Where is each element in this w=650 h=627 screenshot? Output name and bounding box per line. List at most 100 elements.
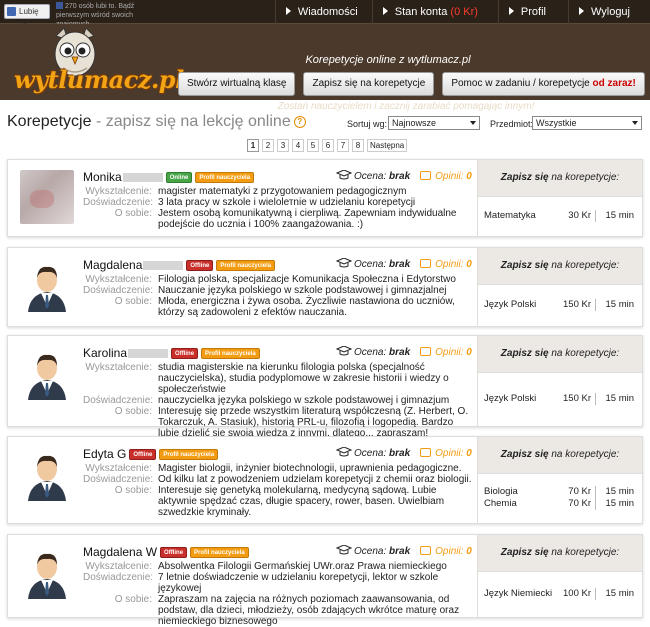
teacher-name[interactable]: Magdalena W Offline Profil nauczyciela [83, 545, 249, 559]
education-value: Magister biologii, inżynier biotechnolog… [158, 463, 462, 474]
opinions-link[interactable]: Opinii: 0 [435, 347, 472, 358]
signup-header: Zapisz się na korepetycje: [477, 248, 642, 284]
rating-area: Ocena: brak Opinii: 0 [336, 545, 472, 557]
opinions-link[interactable]: Opinii: 0 [435, 546, 472, 557]
nav-account-balance[interactable]: Stan konta (0 Kr) [371, 0, 498, 24]
teacher-details: Wykształcenie: studia magisterskie na kie… [83, 362, 473, 439]
graduation-cap-icon [336, 545, 352, 555]
create-class-button[interactable]: Stwórz wirtualną klasę [178, 72, 296, 96]
page-title: Korepetycje - zapisz się na lekcję onlin… [7, 113, 306, 131]
rating-area: Ocena: brak Opinii: 0 [336, 346, 472, 358]
nav-logout[interactable]: Wyloguj [567, 0, 650, 24]
subject-list: Język Polski 150 Kr 15 min [477, 372, 642, 426]
sort-select[interactable]: Najnowsze [388, 116, 480, 130]
nav-profile[interactable]: Profil [497, 0, 568, 24]
help-now-button[interactable]: Pomoc w zadaniu / korepetycje od zaraz! [442, 72, 645, 96]
facebook-icon [56, 2, 63, 9]
arrow-right-icon [382, 7, 388, 15]
page-link[interactable]: 8 [352, 139, 364, 152]
teacher-name[interactable]: Edyta G Offline Profil nauczyciela [83, 447, 219, 461]
header-tagline: Korepetycje online z wytlumacz.pl [305, 54, 471, 66]
profile-badge[interactable]: Profil nauczyciela [201, 348, 260, 359]
subject-select[interactable]: Wszystkie [532, 116, 642, 130]
status-badge: Offline [160, 547, 188, 558]
experience-value: Od kilku lat z powodzeniem udzielam kore… [158, 474, 472, 485]
page-link[interactable]: 6 [322, 139, 334, 152]
rating-area: Ocena: brak Opinii: 0 [336, 258, 472, 270]
person-avatar-icon[interactable] [20, 447, 74, 501]
subject-list: Język Polski 150 Kr 15 min [477, 284, 642, 326]
subject-row[interactable]: Matematyka 30 Kr 15 min [478, 210, 642, 222]
page-link[interactable]: 2 [262, 139, 274, 152]
page-link[interactable]: 7 [337, 139, 349, 152]
subject-label: Przedmiot: [490, 119, 534, 129]
experience-value: nauczycielka języka polskiego w szkole p… [158, 395, 450, 406]
signup-lessons-button[interactable]: Zapisz się na korepetycje [303, 72, 435, 96]
rating-area: Ocena: brak Opinii: 0 [336, 170, 472, 182]
help-icon[interactable]: ? [293, 116, 306, 128]
top-bar: Lubię to! 270 osób lubi to. Bądź pierwsz… [0, 0, 650, 29]
teacher-card[interactable]: Karolina Offline Profil nauczyciela Ocena: … [7, 335, 643, 439]
person-avatar-icon[interactable] [20, 545, 74, 599]
signup-header: Zapisz się na korepetycje: [477, 437, 642, 473]
about-value: Interesuje się genetyką molekularną, med… [158, 485, 445, 518]
graduation-cap-icon [336, 346, 352, 356]
teacher-details: Wykształcenie: Absolwentka Filologii Germ… [83, 561, 473, 627]
signup-header: Zapisz się na korepetycje: [477, 160, 642, 196]
subject-list: Biologia 70 Kr 15 min Chemia 70 Kr 15 min [477, 473, 642, 523]
profile-badge[interactable]: Profil nauczyciela [216, 260, 276, 271]
profile-badge[interactable]: Profil nauczyciela [159, 449, 219, 460]
nav-messages[interactable]: Wiadomości [274, 0, 372, 24]
status-badge: Online [165, 172, 193, 183]
subject-list: Matematyka 30 Kr 15 min [477, 196, 642, 236]
top-nav: Wiadomości Stan konta (0 Kr) Profil Wylo… [274, 0, 650, 24]
teacher-name[interactable]: Magdalena Offline Profil nauczyciela [83, 258, 276, 272]
about-value: Zapraszam na zajęcia na różnych poziomac… [158, 594, 460, 627]
profile-badge[interactable]: Profil nauczyciela [190, 547, 249, 558]
graduation-cap-icon [336, 447, 352, 457]
page-link[interactable]: 5 [307, 139, 319, 152]
facebook-like-button[interactable]: Lubię to! [4, 4, 50, 29]
status-badge: Offline [186, 260, 214, 271]
opinions-link[interactable]: Opinii: 0 [435, 259, 472, 270]
opinions-icon [420, 347, 432, 356]
opinions-icon [420, 171, 432, 180]
site-logo[interactable]: wytlumacz.pl [14, 65, 184, 94]
education-value: magister matematyki z przygotowaniem ped… [158, 186, 407, 197]
subject-row[interactable]: Język Niemiecki 100 Kr 15 min [478, 588, 642, 600]
teacher-details: Wykształcenie: Filologia polska, specjali… [83, 274, 473, 318]
teacher-photo[interactable] [20, 170, 74, 224]
teacher-card[interactable]: Magdalena W Offline Profil nauczyciela Ocen… [7, 534, 643, 627]
teacher-details: Wykształcenie: Magister biologii, inżynie… [83, 463, 472, 518]
subject-row[interactable]: Język Polski 150 Kr 15 min [478, 299, 642, 311]
page-link[interactable]: 3 [277, 139, 289, 152]
experience-value: Nauczanie języka polskiego w szkole pods… [158, 285, 447, 296]
subject-row[interactable]: Język Polski 150 Kr 15 min [478, 393, 642, 405]
profile-badge[interactable]: Profil nauczyciela [195, 172, 255, 183]
teacher-details: Wykształcenie: magister matematyki z przy… [83, 186, 473, 230]
opinions-link[interactable]: Opinii: 0 [435, 448, 472, 459]
teacher-name[interactable]: Monika Online Profil nauczyciela [83, 170, 255, 184]
teacher-card[interactable]: Magdalena Offline Profil nauczyciela Ocena:… [7, 247, 643, 327]
teacher-card[interactable]: Edyta G Offline Profil nauczyciela Ocena: b… [7, 436, 643, 524]
signup-header: Zapisz się na korepetycje: [477, 535, 642, 571]
teacher-name[interactable]: Karolina Offline Profil nauczyciela [83, 346, 260, 360]
education-value: Absolwentka Filologii Germańskiej UWr.or… [158, 561, 447, 572]
header-buttons: Stwórz wirtualną klasę Zapisz się na kor… [178, 72, 645, 96]
blurred-surname [128, 349, 169, 358]
subject-row[interactable]: Biologia 70 Kr 15 min [478, 486, 642, 498]
subject-row[interactable]: Chemia 70 Kr 15 min [478, 498, 642, 510]
graduation-cap-icon [336, 258, 352, 268]
next-page-link[interactable]: Następna [367, 139, 408, 152]
page-link[interactable]: 1 [247, 139, 259, 152]
about-value: Interesuję się przede wszystkim literatu… [158, 406, 469, 439]
teacher-card[interactable]: Monika Online Profil nauczyciela Ocena: bra… [7, 159, 643, 237]
page-link[interactable]: 4 [292, 139, 304, 152]
rating-area: Ocena: brak Opinii: 0 [336, 447, 472, 459]
education-value: studia magisterskie na kierunku filologi… [158, 362, 449, 395]
person-avatar-icon[interactable] [20, 258, 74, 312]
opinions-link[interactable]: Opinii: 0 [435, 171, 472, 182]
thumbs-up-icon [7, 7, 16, 16]
person-avatar-icon[interactable] [20, 346, 74, 400]
blurred-surname [143, 261, 184, 270]
